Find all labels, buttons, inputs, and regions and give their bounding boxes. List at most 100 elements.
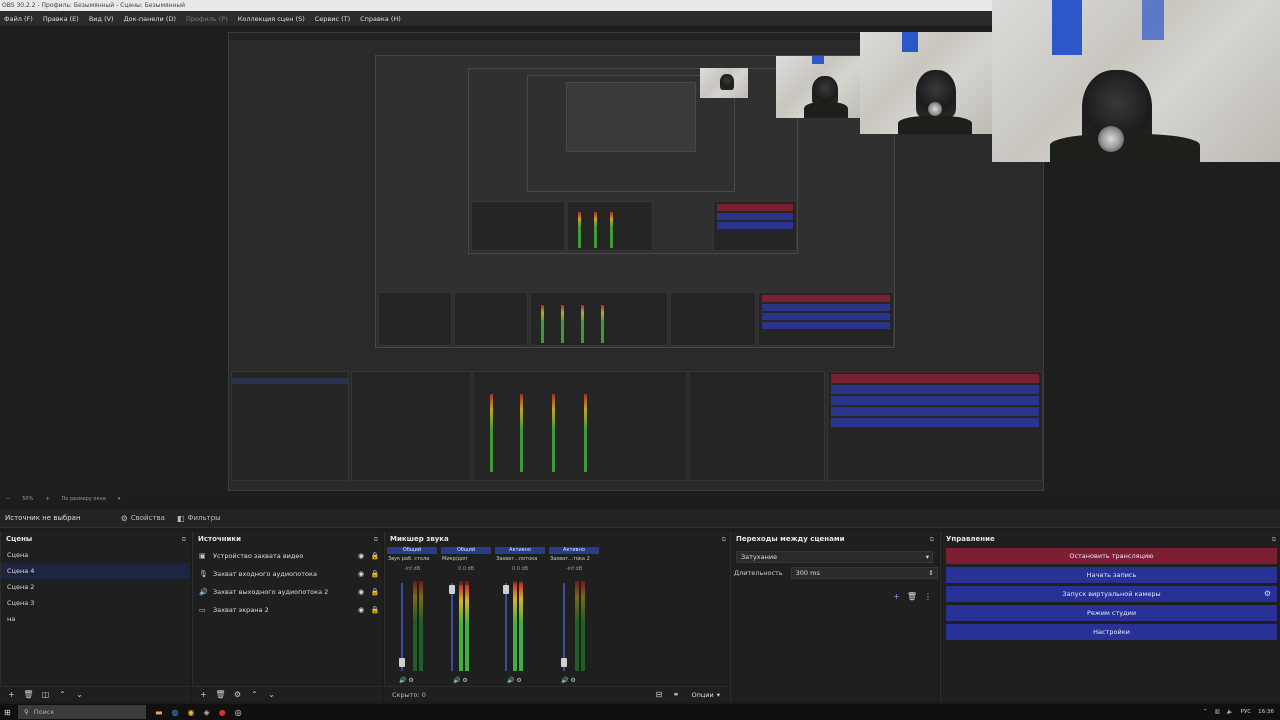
eye-icon[interactable]: ◉ [354, 552, 368, 560]
lock-icon[interactable]: 🔒 [368, 588, 382, 596]
start-virtual-camera-button[interactable]: Запуск виртуальной камеры ⚙ [946, 586, 1277, 602]
start-recording-button[interactable]: Начать запись [946, 567, 1277, 583]
scene-item[interactable]: на [1, 611, 190, 627]
settings-button[interactable]: Настройки [946, 624, 1277, 640]
filters-button[interactable]: ◧ Фильтры [177, 514, 221, 523]
source-item[interactable]: ▣ Устройство захвата видео ◉ 🔒 [193, 547, 382, 565]
source-item[interactable]: 🎙 Захват входного аудиопотока ◉ 🔒 [193, 565, 382, 583]
channel-track-tab[interactable]: Активно [495, 547, 545, 554]
scene-item[interactable]: Сцена [1, 547, 190, 563]
menu-scene-collection[interactable]: Коллекция сцен (S) [238, 15, 305, 23]
duration-input[interactable]: 300 ms ⇕ [790, 567, 938, 579]
gear-icon[interactable]: ⚙ [570, 677, 575, 684]
channel-name[interactable]: Звук раб. стола [387, 554, 437, 564]
filter-icon[interactable]: ◫ [38, 689, 53, 701]
transition-select[interactable]: Затухание ▾ [736, 551, 933, 563]
link-icon[interactable]: ⚭ [668, 689, 683, 701]
menu-help[interactable]: Справка (H) [360, 15, 401, 23]
trash-icon[interactable]: 🗑 [21, 689, 36, 701]
menu-docks[interactable]: Док-панели (D) [124, 15, 176, 23]
spin-arrows-icon[interactable]: ⇕ [928, 568, 933, 578]
speaker-icon[interactable]: 🔊 [399, 677, 406, 684]
menu-file[interactable]: Файл (F) [4, 15, 33, 23]
volume-slider-handle[interactable] [561, 658, 567, 667]
channel-track-tab[interactable]: Общий [387, 547, 437, 554]
undock-icon[interactable]: ⧉ [722, 532, 726, 547]
move-down-icon[interactable]: ⌄ [264, 689, 279, 701]
zoom-out-icon[interactable]: − [6, 496, 10, 502]
nested-transitions-dock-3 [689, 371, 825, 481]
options-button[interactable]: Опции [691, 691, 713, 699]
browser-icon[interactable]: ◍ [172, 708, 179, 717]
steam-icon[interactable]: ◈ [204, 708, 210, 717]
gear-icon[interactable]: ⚙ [1264, 586, 1271, 602]
channel-track-tab[interactable]: Общий [441, 547, 491, 554]
trash-icon[interactable]: 🗑 [907, 592, 917, 601]
add-transition-icon[interactable]: + [893, 592, 900, 601]
speaker-icon[interactable]: 🔊 [453, 677, 460, 684]
file-explorer-icon[interactable]: ▬ [155, 708, 163, 717]
move-up-icon[interactable]: ⌃ [55, 689, 70, 701]
lock-icon[interactable]: 🔒 [368, 606, 382, 614]
undock-icon[interactable]: ⧉ [374, 532, 378, 547]
scene-item[interactable]: Сцена 2 [1, 579, 190, 595]
speaker-icon[interactable]: 🔊 [507, 677, 514, 684]
layout-icon[interactable]: ⊟ [651, 689, 666, 701]
menu-edit[interactable]: Правка (E) [43, 15, 79, 23]
volume-slider-handle[interactable] [449, 585, 455, 594]
channel-name[interactable]: Захват...тока 2 [549, 554, 599, 564]
eye-icon[interactable]: ◉ [354, 570, 368, 578]
channel-name[interactable]: Микр/доп [441, 554, 491, 564]
scaling-mode[interactable]: По размеру окна [62, 496, 106, 502]
menu-tools[interactable]: Сервис (T) [315, 15, 350, 23]
taskbar-search[interactable]: ⚲ Поиск [18, 705, 146, 719]
level-meter [513, 581, 517, 671]
more-menu-icon[interactable]: ⋮ [924, 592, 932, 601]
volume-icon[interactable]: 🔈 [1227, 709, 1234, 715]
eye-icon[interactable]: ◉ [354, 606, 368, 614]
speaker-icon[interactable]: 🔊 [561, 677, 568, 684]
undock-icon[interactable]: ⧉ [930, 532, 934, 547]
eye-icon[interactable]: ◉ [354, 588, 368, 596]
gear-icon[interactable]: ⚙ [516, 677, 521, 684]
add-source-icon[interactable]: + [196, 689, 211, 701]
move-up-icon[interactable]: ⌃ [247, 689, 262, 701]
clock[interactable]: 16:36 [1258, 709, 1274, 715]
channel-track-tab[interactable]: Активно [549, 547, 599, 554]
volume-slider[interactable] [451, 583, 453, 671]
chevron-down-icon[interactable]: ▾ [118, 496, 121, 502]
lock-icon[interactable]: 🔒 [368, 570, 382, 578]
chrome-icon[interactable]: ◉ [188, 708, 195, 717]
obs-icon[interactable]: ◎ [235, 708, 242, 717]
stop-streaming-button[interactable]: Остановить трансляцию [946, 548, 1277, 564]
network-icon[interactable]: ▥ [1215, 709, 1220, 715]
volume-slider-handle[interactable] [503, 585, 509, 594]
volume-slider[interactable] [505, 583, 507, 671]
language-indicator[interactable]: РУС [1241, 709, 1252, 715]
gear-icon[interactable]: ⚙ [230, 689, 245, 701]
filter-icon: ◧ [176, 513, 185, 523]
media-app-icon[interactable]: ● [219, 708, 226, 717]
properties-button[interactable]: ⚙ Свойства [121, 514, 165, 523]
chevron-down-icon[interactable]: ▾ [717, 691, 720, 699]
menu-view[interactable]: Вид (V) [89, 15, 114, 23]
scene-item[interactable]: Сцена 3 [1, 595, 190, 611]
gear-icon[interactable]: ⚙ [408, 677, 413, 684]
scene-item-selected[interactable]: Сцена 4 [1, 563, 190, 579]
channel-name[interactable]: Захват...потока [495, 554, 545, 564]
add-scene-icon[interactable]: + [4, 689, 19, 701]
lock-icon[interactable]: 🔒 [368, 552, 382, 560]
undock-icon[interactable]: ⧉ [1272, 532, 1276, 547]
trash-icon[interactable]: 🗑 [213, 689, 228, 701]
source-item[interactable]: 🔊 Захват выходного аудиопотока 2 ◉ 🔒 [193, 583, 382, 601]
volume-slider-handle[interactable] [399, 658, 405, 667]
mixer-channel: Активно Захват...тока 2 -inf dB 🔊 ⚙ [549, 547, 599, 686]
gear-icon[interactable]: ⚙ [462, 677, 467, 684]
windows-start-icon[interactable]: ⊞ [4, 708, 14, 717]
zoom-in-icon[interactable]: + [45, 496, 49, 502]
studio-mode-button[interactable]: Режим студии [946, 605, 1277, 621]
move-down-icon[interactable]: ⌄ [72, 689, 87, 701]
undock-icon[interactable]: ⧉ [182, 532, 186, 547]
tray-chevron-icon[interactable]: ⌃ [1203, 709, 1208, 715]
source-item[interactable]: ▭ Захват экрана 2 ◉ 🔒 [193, 601, 382, 619]
